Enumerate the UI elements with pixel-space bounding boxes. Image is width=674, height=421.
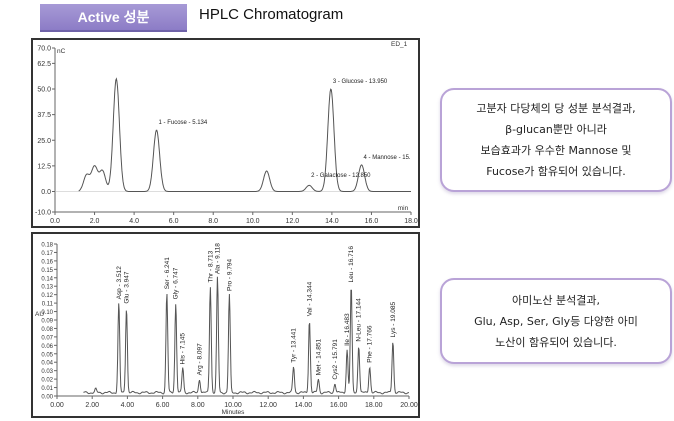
sugar-chromatogram-panel: 0.0 2.0 4.0 6.0 8.0 10.0 12.0 14.0 16.0 18.0 -10.0… (31, 38, 420, 228)
x-tick-label: 16.0 (365, 218, 379, 225)
y-tick-label: -10.0 (35, 210, 51, 217)
peak-label: His - 7.145 (180, 333, 187, 365)
peak-label: Gly - 6.747 (173, 267, 180, 299)
peak-label: 4 - Mannose - 15. (364, 155, 411, 161)
peak-label: Lys - 19.085 (390, 302, 397, 338)
amino-acid-chromatogram-panel: 0.00 2.00 4.00 6.00 8.00 10.00 12.00 14.00 16.00… (31, 232, 420, 418)
tag-label: Active 성분 (77, 9, 150, 25)
note-line: 아미노산 분석결과, (512, 293, 600, 307)
active-ingredient-tag: Active 성분 (40, 4, 187, 32)
x-tick-label: 20.00 (400, 402, 418, 409)
peak-label: Thr - 8.713 (207, 250, 214, 282)
y-tick-label: 0.13 (41, 285, 53, 291)
note-line: β-glucan뿐만 아니라 (505, 123, 607, 136)
x-tick-label: 12.00 (259, 402, 277, 409)
note-line: 보습효과가 우수한 Mannose 및 (480, 144, 632, 157)
peak-label: 2 - Galactose - 12.850 (311, 173, 371, 179)
amino-acid-chromatogram-chart: 0.00 2.00 4.00 6.00 8.00 10.00 12.00 14.00 16.00… (35, 243, 418, 417)
x-tick-label: 4.0 (129, 218, 139, 225)
y-tick-label: 70.0 (37, 46, 51, 53)
x-tick-label: 12.0 (286, 218, 300, 225)
y-tick-label: 0.07 (41, 335, 53, 341)
y-tick-label: 0.08 (41, 327, 53, 333)
y-tick-label: 0.16 (41, 259, 53, 265)
y-tick-label: 25.0 (37, 138, 51, 145)
peak-label: Glu - 3.947 (123, 271, 130, 304)
peak-label: Leu - 16.716 (348, 246, 355, 283)
y-tick-label: 0.02 (41, 378, 53, 384)
sugar-analysis-note: 고분자 다당체의 당 성분 분석결과, β-glucan뿐만 아니라 보습효과가… (440, 88, 672, 192)
peak-label: Ser - 6.241 (164, 257, 171, 290)
x-tick-label: 2.00 (85, 402, 99, 409)
y-tick-label: 0.01 (41, 386, 53, 392)
peak-label: 3 - Glucose - 13.950 (333, 79, 388, 85)
x-tick-label: 8.0 (208, 218, 218, 225)
x-tick-label: 4.00 (121, 402, 135, 409)
x-tick-label: 14.0 (325, 218, 339, 225)
x-tick-label: 0.0 (50, 218, 60, 225)
x-tick-label: 8.00 (191, 402, 205, 409)
y-tick-label: 0.12 (41, 293, 53, 299)
peak-label: 1 - Fucose - 5.134 (159, 120, 208, 126)
y-tick-label: 0.11 (42, 302, 54, 308)
x-axis-title: min (398, 205, 409, 212)
peak-label: Ile - 16.483 (344, 313, 351, 346)
note-line: Fucose가 함유되어 있습니다. (486, 165, 626, 178)
y-tick-label: 0.00 (41, 395, 53, 401)
x-tick-label: 18.0 (404, 218, 418, 225)
x-tick-label: 6.0 (169, 218, 179, 225)
peak-label: Cys2 - 15.791 (332, 339, 339, 380)
y-tick-label: 0.14 (41, 276, 53, 282)
note-line: 노산이 함유되어 있습니다. (495, 335, 617, 349)
y-tick-label: 0.15 (41, 268, 53, 274)
y-tick-label: 12.5 (37, 163, 51, 170)
y-tick-label: 37.5 (37, 112, 51, 119)
y-tick-label: 0.04 (41, 361, 53, 367)
x-tick-label: 14.00 (295, 402, 313, 409)
y-tick-label: 0.06 (41, 344, 53, 350)
y-axis-title: nC (57, 48, 66, 55)
y-tick-label: 0.0 (41, 189, 51, 196)
y-tick-label: 50.0 (37, 87, 51, 94)
y-tick-label: 0.17 (41, 251, 53, 257)
peak-label: Val - 14.344 (306, 281, 313, 316)
chart-id-label: ED_1 (391, 41, 408, 48)
note-line: 고분자 다당체의 당 성분 분석결과, (476, 102, 636, 115)
peak-label: Ala - 9.118 (214, 243, 221, 274)
note-line: Glu, Asp, Ser, Gly등 다양한 아미 (474, 314, 638, 328)
y-tick-label: 0.03 (41, 369, 53, 375)
amino-acid-analysis-note: 아미노산 분석결과, Glu, Asp, Ser, Gly등 다양한 아미 노산… (440, 278, 672, 364)
x-tick-label: 18.00 (365, 402, 383, 409)
x-tick-label: 0.00 (50, 402, 64, 409)
x-tick-label: 16.00 (330, 402, 348, 409)
y-tick-label: 0.05 (41, 352, 53, 358)
x-tick-label: 10.0 (246, 218, 260, 225)
x-tick-label: 6.00 (156, 402, 170, 409)
y-tick-label: 0.09 (41, 319, 53, 325)
peak-label: Tyr - 13.441 (291, 328, 298, 363)
sugar-chromatogram-chart: 0.0 2.0 4.0 6.0 8.0 10.0 12.0 14.0 16.0 18.0 -10.0… (35, 41, 418, 225)
peak-label: N-Leu - 17.144 (356, 298, 363, 342)
page-title: HPLC Chromatogram (199, 6, 344, 23)
peak-label: Met - 14.851 (315, 339, 322, 376)
x-tick-label: 2.0 (90, 218, 100, 225)
peak-label: Phe - 17.766 (367, 325, 374, 363)
x-axis-title: Minutes (222, 409, 246, 416)
x-tick-label: 10.00 (224, 402, 242, 409)
peak-label: Arg - 8.097 (197, 343, 204, 376)
peak-label: Asp - 3.512 (116, 266, 123, 300)
y-tick-label: 0.18 (41, 243, 53, 249)
y-axis-title: AU (35, 311, 44, 318)
peak-label: Pro - 9.794 (226, 258, 233, 291)
y-tick-label: 62.5 (37, 61, 51, 68)
